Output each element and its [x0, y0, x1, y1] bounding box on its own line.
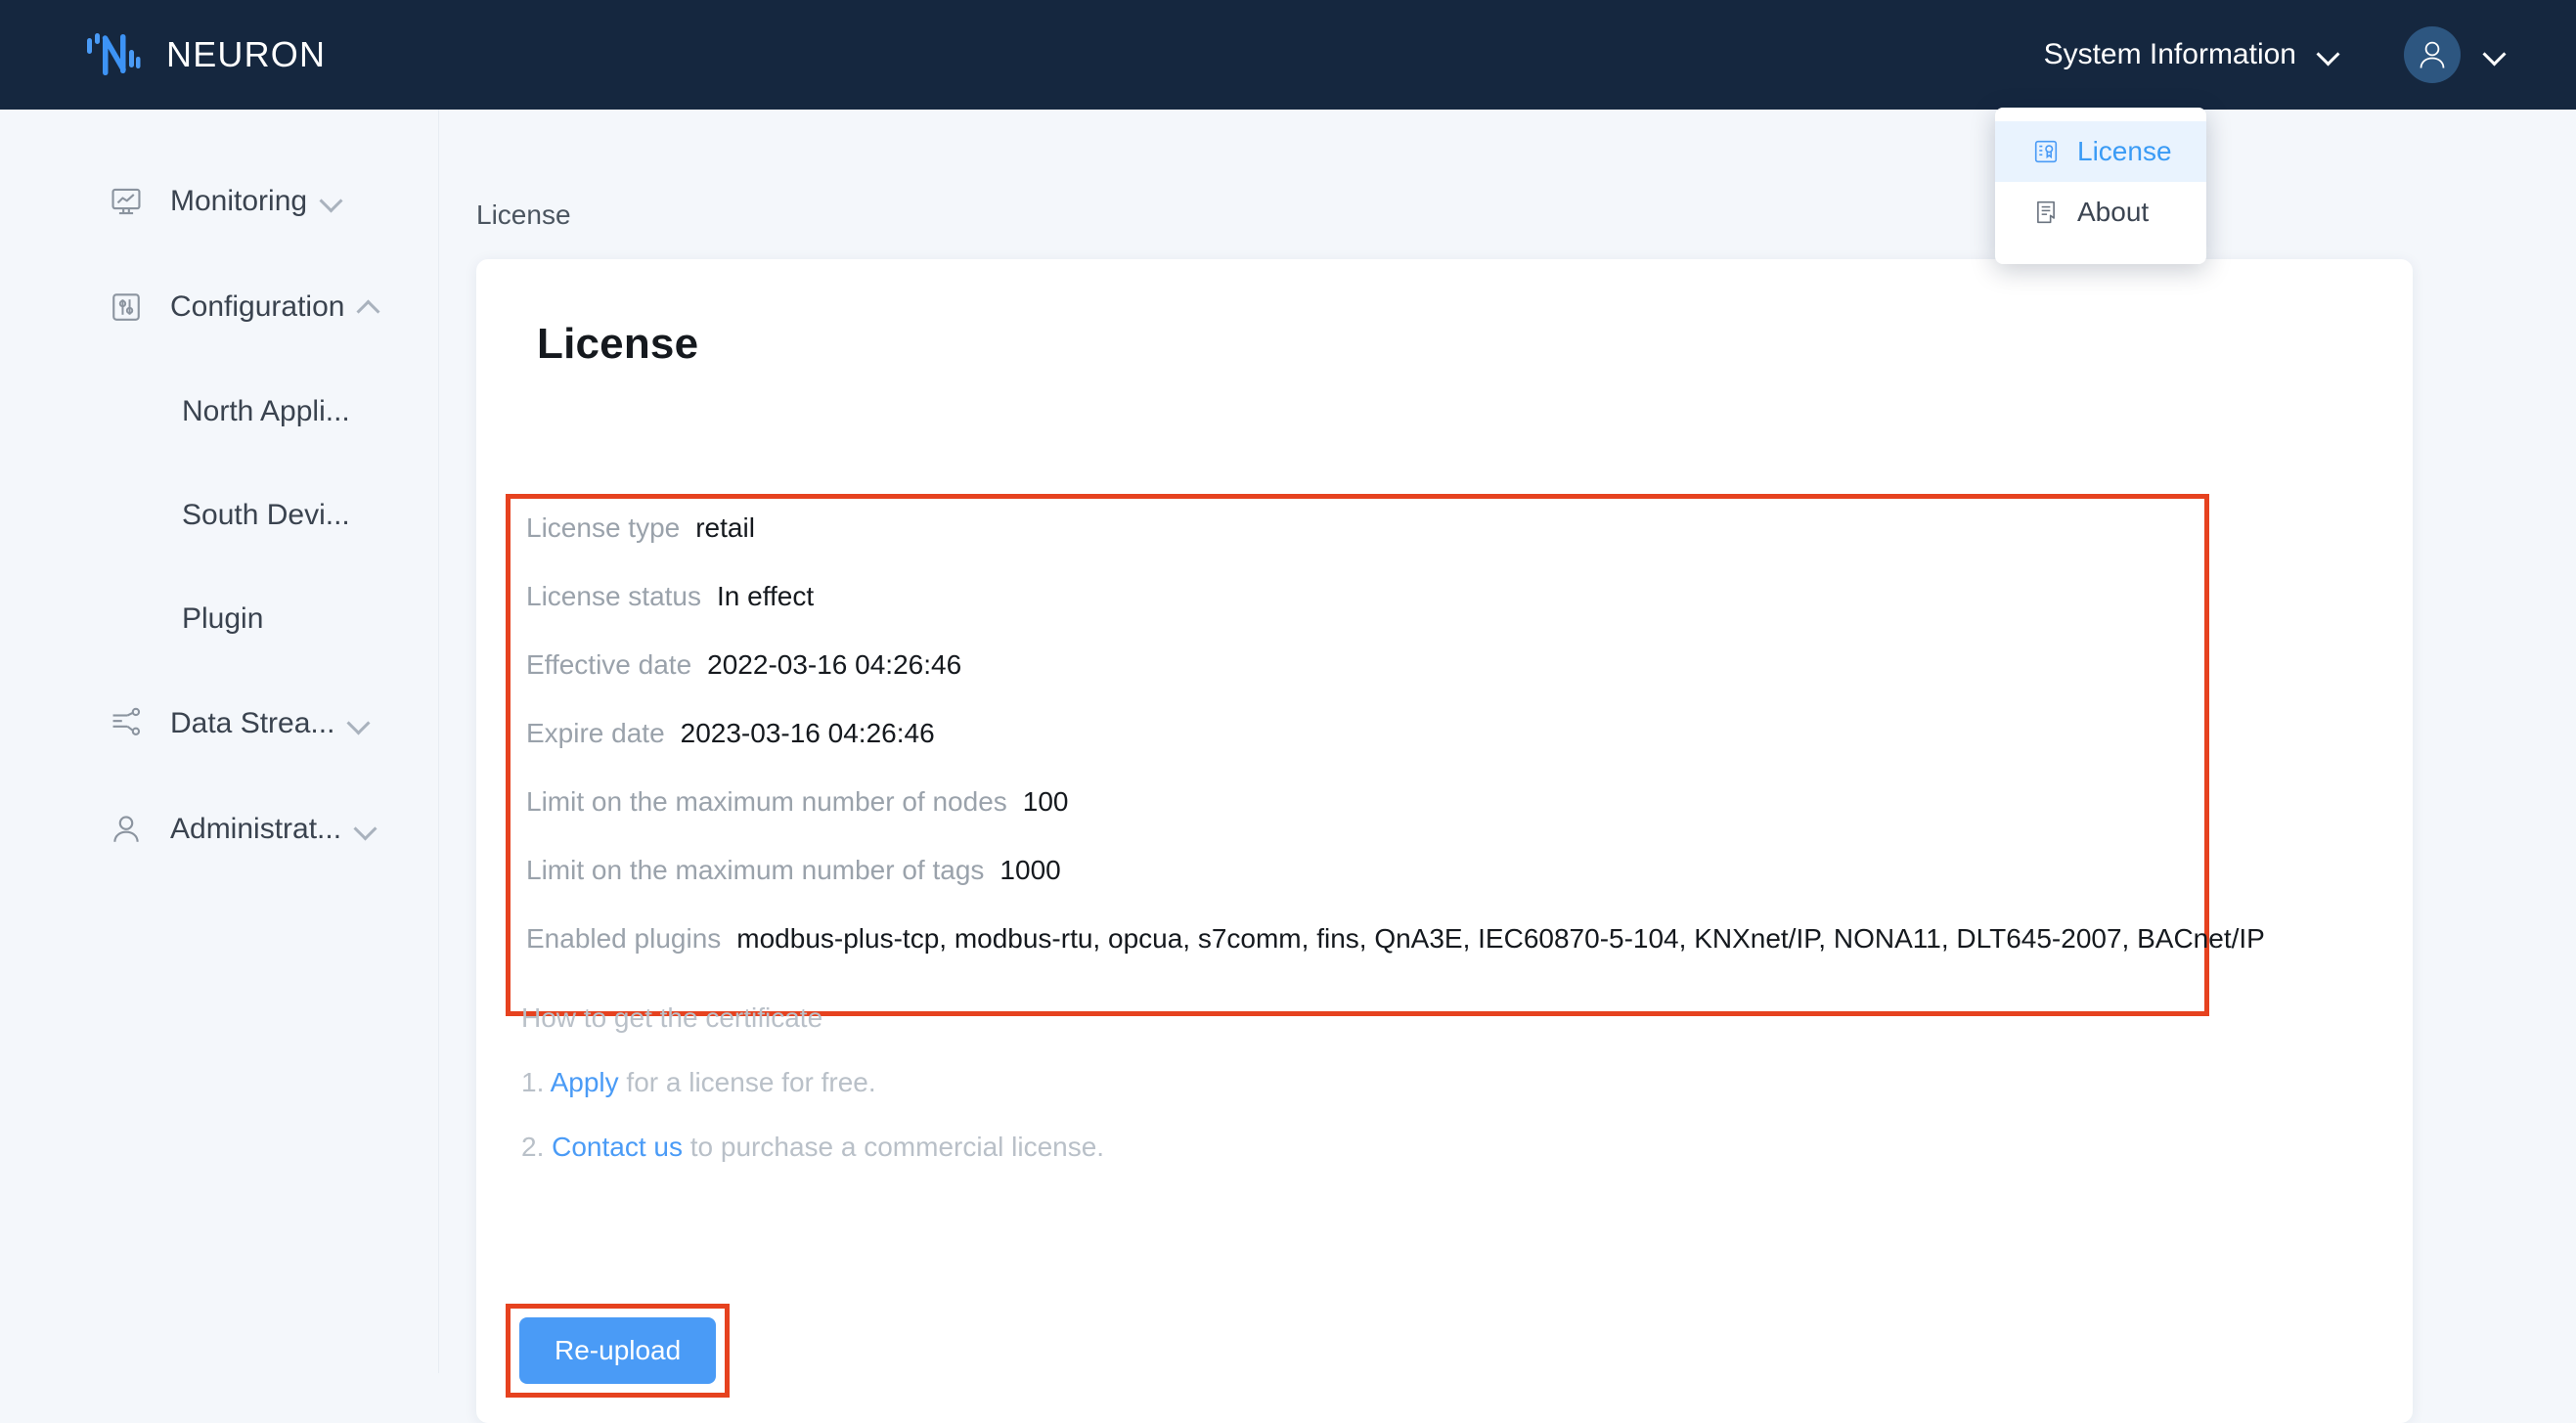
system-information-menu-trigger[interactable]: System Information: [2038, 28, 2345, 81]
effective-date-label: Effective date: [526, 649, 692, 680]
sliders-icon: [108, 289, 145, 326]
step-1-text: for a license for free.: [626, 1067, 876, 1097]
sidebar-subitem-plugin-label: Plugin: [182, 602, 264, 635]
user-icon: [108, 811, 145, 848]
license-info-highlight-box: License type retail License status In ef…: [506, 494, 2265, 1016]
apply-link[interactable]: Apply: [551, 1067, 619, 1097]
enabled-plugins-value: modbus-plus-tcp, modbus-rtu, opcua, s7co…: [736, 923, 2265, 954]
max-tags-value: 1000: [999, 855, 1061, 885]
sidebar-item-monitoring-label: Monitoring: [170, 185, 308, 217]
sidebar-items: Monitoring Configuration North Appli...: [0, 170, 438, 861]
sidebar-subitem-north-apps[interactable]: North Appli...: [0, 381, 438, 442]
step-2-number: 2.: [521, 1132, 545, 1162]
header-right-controls: System Information: [2038, 26, 2506, 83]
certificate-icon: [2032, 138, 2060, 165]
max-nodes-value: 100: [1022, 786, 1069, 817]
sidebar-item-configuration[interactable]: Configuration: [0, 276, 438, 338]
license-info-row: Limit on the maximum number of nodes 100: [511, 786, 2204, 855]
page-title: License: [537, 320, 699, 368]
system-information-label: System Information: [2043, 38, 2296, 70]
monitor-chart-icon: [108, 183, 145, 220]
chevron-down-icon: [321, 191, 342, 212]
effective-date-value: 2022-03-16 04:26:46: [707, 649, 962, 680]
document-icon: [2032, 199, 2060, 226]
sidebar-item-administration-label: Administrat...: [170, 813, 342, 845]
chevron-down-icon: [355, 819, 377, 840]
re-upload-button[interactable]: Re-upload: [519, 1317, 717, 1384]
chevron-down-icon: [348, 713, 370, 734]
how-to-title: How to get the certificate: [521, 1002, 823, 1033]
system-information-dropdown: License About: [1995, 108, 2206, 264]
breadcrumb: License: [476, 200, 571, 230]
license-info-row: Limit on the maximum number of tags 1000: [511, 855, 2204, 923]
chevron-up-icon: [358, 296, 379, 318]
main-content: License License License type retail Lice…: [439, 110, 2576, 1423]
license-info-row: Effective date 2022-03-16 04:26:46: [511, 649, 2204, 718]
license-type-label: License type: [526, 512, 681, 543]
license-info-row: License type retail: [511, 512, 2204, 581]
how-to-get-certificate-section: How to get the certificate 1. Apply for …: [521, 1002, 1104, 1163]
license-card: License License type retail License stat…: [476, 259, 2413, 1423]
sidebar-subitem-north-apps-label: North Appli...: [182, 395, 350, 427]
dropdown-item-about[interactable]: About: [1995, 182, 2206, 243]
max-nodes-label: Limit on the maximum number of nodes: [526, 786, 1007, 817]
avatar: [2404, 26, 2461, 83]
expire-date-label: Expire date: [526, 718, 665, 748]
user-account-menu-trigger[interactable]: [2404, 26, 2506, 83]
dropdown-item-license-label: License: [2077, 136, 2172, 166]
sidebar-item-monitoring[interactable]: Monitoring: [0, 170, 438, 233]
max-tags-label: Limit on the maximum number of tags: [526, 855, 985, 885]
chevron-down-icon: [2484, 44, 2506, 66]
license-info-row: License status In effect: [511, 581, 2204, 649]
license-status-value: In effect: [717, 581, 815, 611]
brand-logo: NEURON: [86, 30, 326, 79]
how-to-step-1: 1. Apply for a license for free.: [521, 1067, 1104, 1098]
license-info-row: Enabled plugins modbus-plus-tcp, modbus-…: [511, 923, 2265, 992]
contact-us-link[interactable]: Contact us: [552, 1132, 683, 1162]
data-stream-icon: [108, 705, 145, 742]
sidebar-subitem-south-devices[interactable]: South Devi...: [0, 485, 438, 546]
expire-date-value: 2023-03-16 04:26:46: [680, 718, 935, 748]
sidebar-item-data-stream[interactable]: Data Strea...: [0, 692, 438, 755]
reupload-highlight-box: Re-upload: [506, 1304, 731, 1398]
license-status-label: License status: [526, 581, 701, 611]
step-2-text: to purchase a commercial license.: [689, 1132, 1105, 1162]
brand-name: NEURON: [166, 34, 327, 74]
chevron-down-icon: [2318, 44, 2339, 66]
dropdown-item-about-label: About: [2077, 197, 2150, 227]
sidebar-item-data-stream-label: Data Strea...: [170, 707, 335, 739]
top-header-bar: NEURON System Information: [0, 0, 2576, 110]
sidebar-subitem-south-devices-label: South Devi...: [182, 499, 350, 531]
sidebar-item-administration[interactable]: Administrat...: [0, 798, 438, 861]
sidebar-item-configuration-label: Configuration: [170, 290, 345, 323]
license-info-row: Expire date 2023-03-16 04:26:46: [511, 718, 2204, 786]
how-to-step-2: 2. Contact us to purchase a commercial l…: [521, 1132, 1104, 1163]
license-type-value: retail: [695, 512, 755, 543]
step-1-number: 1.: [521, 1067, 545, 1097]
dropdown-item-license[interactable]: License: [1995, 121, 2206, 182]
sidebar-nav: Monitoring Configuration North Appli...: [0, 110, 439, 1373]
sidebar-subitem-plugin[interactable]: Plugin: [0, 589, 438, 649]
neuron-logo-icon: [86, 30, 141, 79]
enabled-plugins-label: Enabled plugins: [526, 923, 722, 954]
